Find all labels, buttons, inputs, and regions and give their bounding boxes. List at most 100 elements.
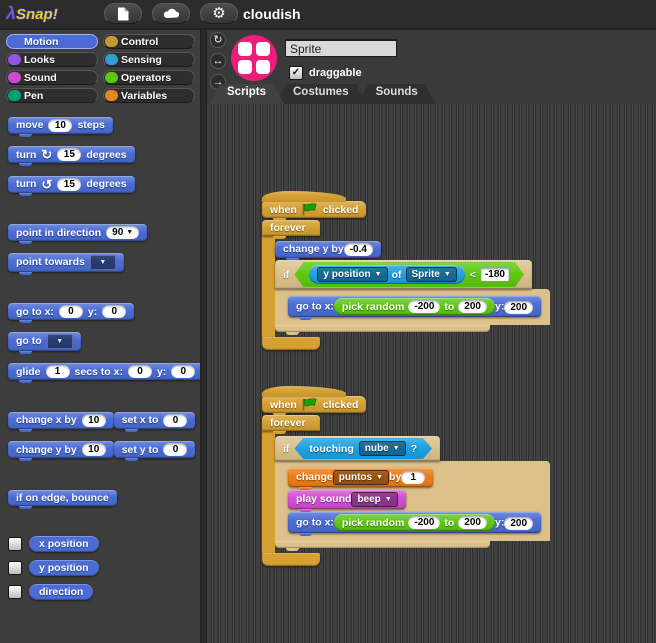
number-input-slot[interactable]: 200 xyxy=(458,300,487,313)
cloud-button[interactable] xyxy=(152,3,190,24)
operators-predicate-block[interactable]: y position▼ofSprite▼<-180 xyxy=(294,262,524,287)
block-point-towards[interactable]: point towards▼ xyxy=(8,253,124,272)
if-block-body: changepuntos▼by1play soundbeep▼go to x:p… xyxy=(275,461,550,541)
reporter-y-position[interactable]: y position xyxy=(29,560,99,576)
number-input-slot[interactable]: 0 xyxy=(163,443,187,456)
if-block-header[interactable]: ify position▼ofSprite▼<-180 xyxy=(275,260,532,289)
forever-block-header[interactable]: forever xyxy=(262,415,320,431)
block-turn-degrees[interactable]: turn↺15degrees xyxy=(8,176,135,193)
file-button[interactable] xyxy=(104,3,142,24)
category-sensing[interactable]: Sensing xyxy=(103,52,195,67)
number-input-slot[interactable]: 200 xyxy=(458,516,487,529)
block-move-steps[interactable]: move10steps xyxy=(8,117,113,134)
block-go-to-x-y[interactable]: go to x:0y:0 xyxy=(8,303,134,320)
dropdown-slot[interactable]: Sprite▼ xyxy=(406,267,457,282)
reporter-direction[interactable]: direction xyxy=(29,584,93,600)
number-input-slot[interactable]: -0.4 xyxy=(344,243,373,256)
sprite-thumbnail[interactable] xyxy=(231,35,277,81)
rotate-button[interactable]: ↻ xyxy=(210,32,226,48)
reporter-x-position[interactable]: x position xyxy=(29,536,99,552)
block-go-to[interactable]: go to▼ xyxy=(8,332,81,351)
category-operators[interactable]: Operators xyxy=(103,70,195,85)
block-if-on-edge-bounce[interactable]: if on edge, bounce xyxy=(8,490,117,506)
block-change-y-by[interactable]: change y by-0.4 xyxy=(275,241,381,258)
forever-block-header[interactable]: forever xyxy=(262,220,320,236)
block-label: change xyxy=(296,471,333,483)
snap-logo[interactable]: λSnap! xyxy=(6,3,58,24)
block-label: clicked xyxy=(323,204,359,216)
dropdown-slot[interactable]: y position▼ xyxy=(317,267,387,282)
h-arrows-button[interactable]: ↔ xyxy=(210,53,226,69)
block-change-x-by[interactable]: change x by10 xyxy=(8,412,114,429)
block-set-y-to[interactable]: set y to0 xyxy=(114,441,196,458)
category-looks[interactable]: Looks xyxy=(6,52,98,67)
watcher-checkbox[interactable] xyxy=(8,537,22,551)
draggable-checkbox[interactable]: ✓ xyxy=(289,66,303,80)
operators-reporter-block[interactable]: pick random-200to200 xyxy=(334,514,495,531)
sensing-reporter-block[interactable]: y position▼ofSprite▼ xyxy=(309,265,464,284)
block-change-by[interactable]: changepuntos▼by1 xyxy=(288,468,433,487)
number-input-slot[interactable]: 10 xyxy=(48,119,72,132)
number-input-slot[interactable]: -200 xyxy=(408,300,440,313)
number-input-slot[interactable]: 15 xyxy=(57,148,81,161)
category-control[interactable]: Control xyxy=(103,34,195,49)
number-input-slot[interactable]: -200 xyxy=(408,516,440,529)
category-label: Sound xyxy=(24,72,57,84)
hat-block-when-flag-clicked[interactable]: whenclicked xyxy=(262,396,366,413)
forever-block-footer xyxy=(262,337,320,350)
number-input-slot[interactable]: 200 xyxy=(504,517,533,530)
sprite-name-input[interactable] xyxy=(285,39,397,57)
number-input-slot[interactable]: 0 xyxy=(102,305,126,318)
number-input-slot[interactable]: 10 xyxy=(82,443,106,456)
hat-block-when-flag-clicked[interactable]: whenclicked xyxy=(262,201,366,218)
tab-sounds[interactable]: Sounds xyxy=(358,84,436,104)
script[interactable]: whenclicked forever iftouchingnube▼? change… xyxy=(262,385,550,566)
dropdown-slot[interactable]: nube▼ xyxy=(359,441,406,456)
block-go-to-x-y[interactable]: go to x:pick random-200to200y:200 xyxy=(288,512,541,533)
block-change-y-by[interactable]: change y by10 xyxy=(8,441,114,458)
forever-block[interactable]: foreveriftouchingnube▼?changepuntos▼by1p… xyxy=(262,413,550,566)
block-point-in-direction[interactable]: point in direction90▼ xyxy=(8,224,147,241)
tab-scripts[interactable]: Scripts xyxy=(209,84,284,104)
number-input-slot[interactable]: 0 xyxy=(59,305,83,318)
if-block[interactable]: iftouchingnube▼?changepuntos▼by1play sou… xyxy=(275,436,550,548)
operators-reporter-block[interactable]: pick random-200to200 xyxy=(334,298,495,315)
category-motion[interactable]: Motion xyxy=(6,34,98,49)
script[interactable]: whenclicked forever change y by-0.4 ify pos… xyxy=(262,190,550,350)
category-variables[interactable]: Variables xyxy=(103,88,195,103)
dropdown-slot[interactable]: beep▼ xyxy=(351,492,397,507)
palette-divider[interactable] xyxy=(200,28,207,643)
scripts-pane[interactable]: whenclicked forever change y by-0.4 ify pos… xyxy=(207,104,656,643)
number-input-slot[interactable]: 1 xyxy=(401,471,425,484)
block-turn-degrees[interactable]: turn↻15degrees xyxy=(8,146,135,163)
block-go-to-x-y[interactable]: go to x:pick random-200to200y:200 xyxy=(288,296,541,317)
palette-group: go to x:0y:0 go to▼ glide1secs to x:0y:0 xyxy=(8,302,200,392)
number-input-slot[interactable]: 10 xyxy=(82,414,106,427)
tab-costumes[interactable]: Costumes xyxy=(275,84,367,104)
watcher-checkbox[interactable] xyxy=(8,561,22,575)
block-label: turn xyxy=(16,178,36,190)
watcher-checkbox[interactable] xyxy=(8,585,22,599)
number-input-slot[interactable]: 0 xyxy=(171,365,195,378)
number-input-slot[interactable]: 0 xyxy=(128,365,152,378)
block-play-sound[interactable]: play soundbeep▼ xyxy=(288,490,406,509)
dropdown-slot[interactable]: 90▼ xyxy=(106,226,139,239)
number-input-slot[interactable]: 1 xyxy=(46,365,70,378)
dropdown-slot-empty[interactable]: ▼ xyxy=(47,334,73,349)
block-glide-secs-to-x-y[interactable]: glide1secs to x:0y:0 xyxy=(8,363,200,380)
dropdown-slot[interactable]: puntos▼ xyxy=(333,470,389,485)
forever-block[interactable]: forever change y by-0.4 ify position▼ofSpr… xyxy=(262,218,550,350)
number-input-slot[interactable]: 200 xyxy=(504,301,533,314)
dropdown-slot-empty[interactable]: ▼ xyxy=(90,255,116,270)
number-input-slot[interactable]: -180 xyxy=(481,268,509,281)
category-pen[interactable]: Pen xyxy=(6,88,98,103)
dropdown-value: puntos xyxy=(339,472,372,483)
sensing-predicate-block[interactable]: touchingnube▼? xyxy=(294,438,432,459)
block-set-x-to[interactable]: set x to0 xyxy=(114,412,196,429)
number-input-slot[interactable]: 15 xyxy=(57,178,81,191)
if-block-header[interactable]: iftouchingnube▼? xyxy=(275,436,440,461)
gear-button[interactable]: ⚙ xyxy=(200,3,238,24)
category-sound[interactable]: Sound xyxy=(6,70,98,85)
if-block[interactable]: ify position▼ofSprite▼<-180 go to x:pick … xyxy=(275,260,550,332)
number-input-slot[interactable]: 0 xyxy=(163,414,187,427)
